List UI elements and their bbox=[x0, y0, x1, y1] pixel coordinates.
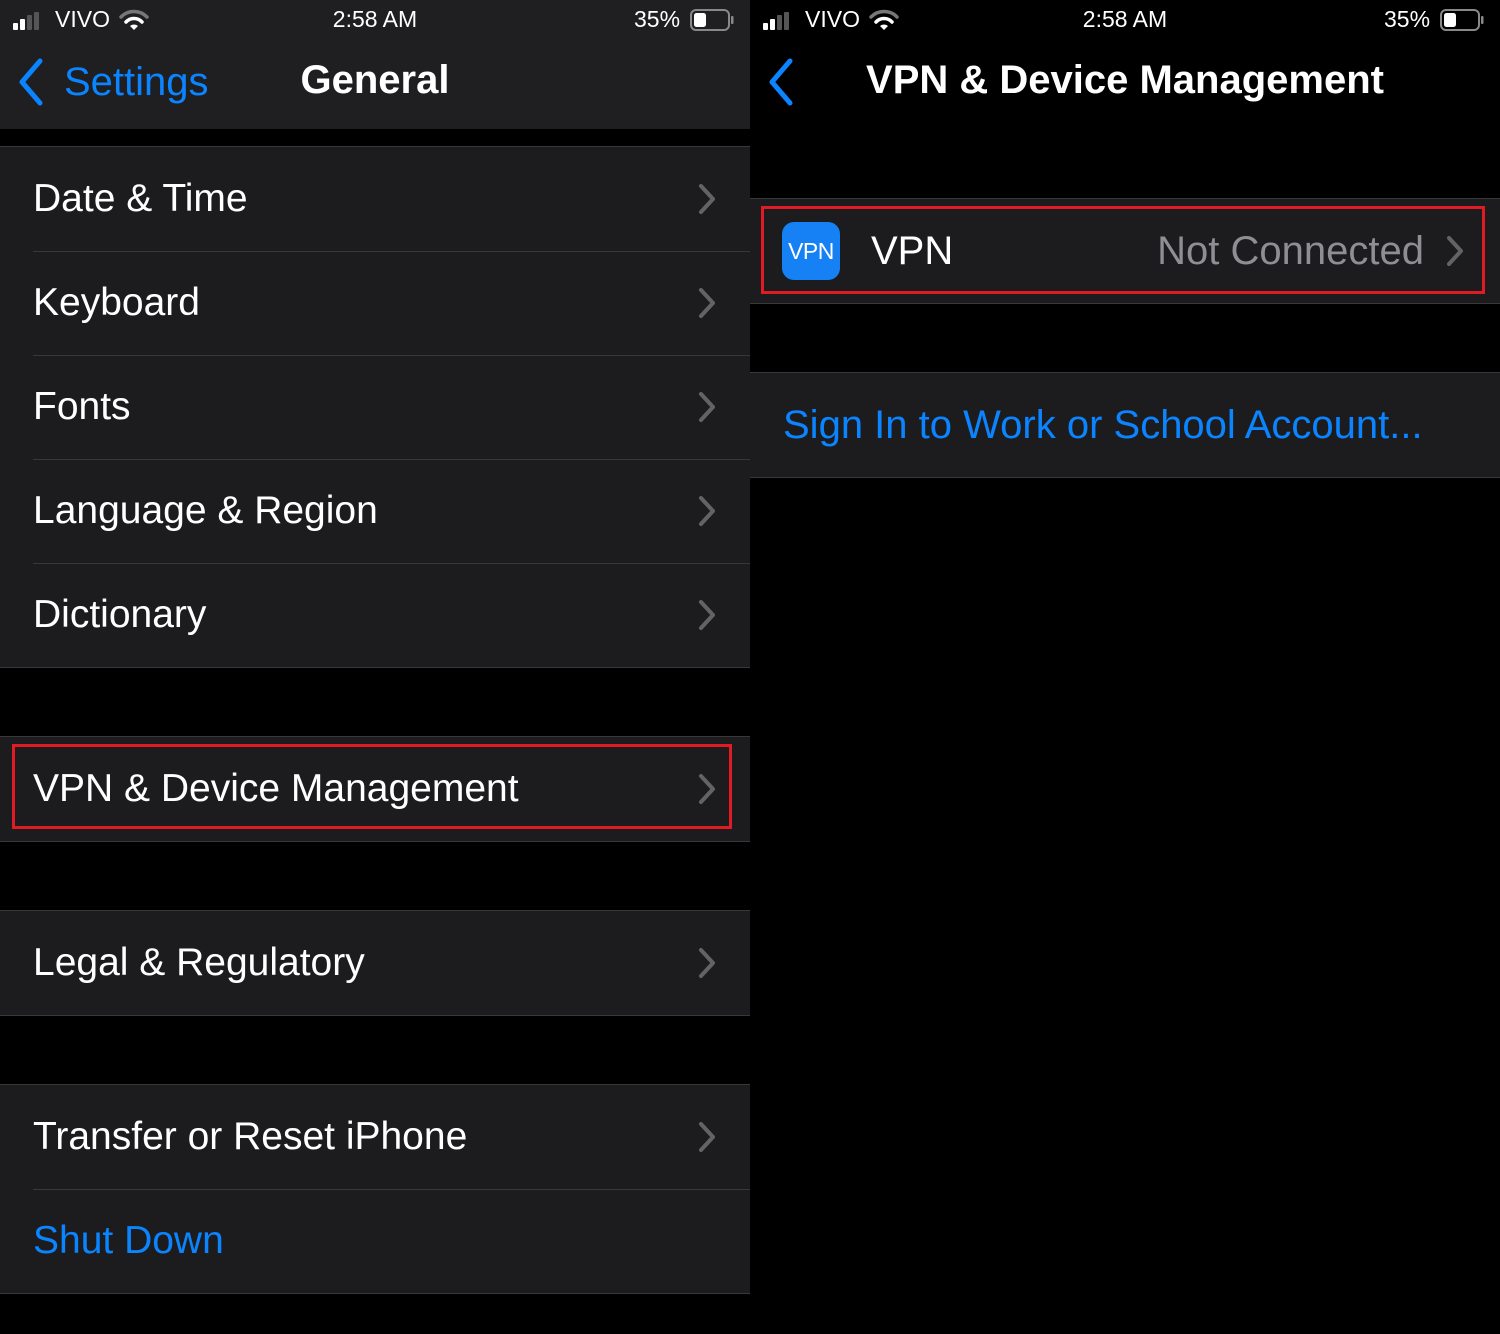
page-title: General bbox=[300, 58, 450, 102]
legal-regulatory-row[interactable]: Legal & Regulatory bbox=[0, 911, 750, 1015]
row-label: Transfer or Reset iPhone bbox=[33, 1115, 468, 1158]
vpn-group: VPN VPN Not Connected bbox=[750, 198, 1500, 304]
row-label: Keyboard bbox=[33, 281, 200, 324]
dictionary-row[interactable]: Dictionary bbox=[0, 563, 750, 667]
sign-in-label: Sign In to Work or School Account... bbox=[783, 402, 1423, 447]
battery-icon bbox=[1440, 9, 1484, 31]
chevron-right-icon bbox=[699, 948, 715, 978]
account-group: Sign In to Work or School Account... bbox=[750, 372, 1500, 478]
chevron-right-icon bbox=[699, 392, 715, 422]
row-label: Dictionary bbox=[33, 593, 207, 636]
row-label: VPN & Device Management bbox=[33, 767, 519, 810]
battery-icon bbox=[690, 9, 734, 31]
sign-in-work-school-button[interactable]: Sign In to Work or School Account... bbox=[750, 373, 1500, 477]
general-settings-screen: VIVO 2:58 AM 35% Settings General Date &… bbox=[0, 0, 750, 1334]
vpn-status: Not Connected bbox=[1157, 228, 1424, 273]
vpn-row[interactable]: VPN VPN Not Connected bbox=[750, 199, 1500, 303]
vpn-label: VPN bbox=[871, 228, 954, 273]
battery-percentage: 35% bbox=[1384, 6, 1431, 32]
settings-group-reset: Transfer or Reset iPhone Shut Down bbox=[0, 1084, 750, 1294]
language-region-row[interactable]: Language & Region bbox=[0, 459, 750, 563]
status-bar: VIVO 2:58 AM 35% bbox=[0, 0, 750, 42]
page-title: VPN & Device Management bbox=[866, 58, 1384, 102]
settings-group-legal: Legal & Regulatory bbox=[0, 910, 750, 1016]
status-bar: VIVO 2:58 AM 35% bbox=[750, 0, 1500, 42]
vpn-device-management-screen: VIVO 2:58 AM 35% VPN & Device Management… bbox=[750, 0, 1500, 1334]
keyboard-row[interactable]: Keyboard bbox=[0, 251, 750, 355]
chevron-right-icon bbox=[699, 1122, 715, 1152]
row-label: Fonts bbox=[33, 385, 131, 428]
vpn-device-management-row[interactable]: VPN & Device Management bbox=[0, 737, 750, 841]
date-time-row[interactable]: Date & Time bbox=[0, 147, 750, 251]
chevron-right-icon bbox=[699, 288, 715, 318]
chevron-right-icon bbox=[699, 184, 715, 214]
shut-down-button[interactable]: Shut Down bbox=[0, 1189, 750, 1293]
battery-percentage: 35% bbox=[634, 6, 681, 32]
vpn-icon: VPN bbox=[782, 222, 840, 280]
row-label: Date & Time bbox=[33, 177, 248, 220]
row-label: Legal & Regulatory bbox=[33, 941, 365, 984]
chevron-right-icon bbox=[699, 496, 715, 526]
settings-group-vpn: VPN & Device Management bbox=[0, 736, 750, 842]
chevron-right-icon bbox=[699, 600, 715, 630]
row-label: Language & Region bbox=[33, 489, 378, 532]
chevron-right-icon bbox=[1447, 236, 1463, 266]
chevron-right-icon bbox=[699, 774, 715, 804]
shut-down-label: Shut Down bbox=[33, 1219, 224, 1262]
fonts-row[interactable]: Fonts bbox=[0, 355, 750, 459]
transfer-reset-row[interactable]: Transfer or Reset iPhone bbox=[0, 1085, 750, 1189]
settings-group-general: Date & Time Keyboard Fonts Language & Re… bbox=[0, 146, 750, 668]
